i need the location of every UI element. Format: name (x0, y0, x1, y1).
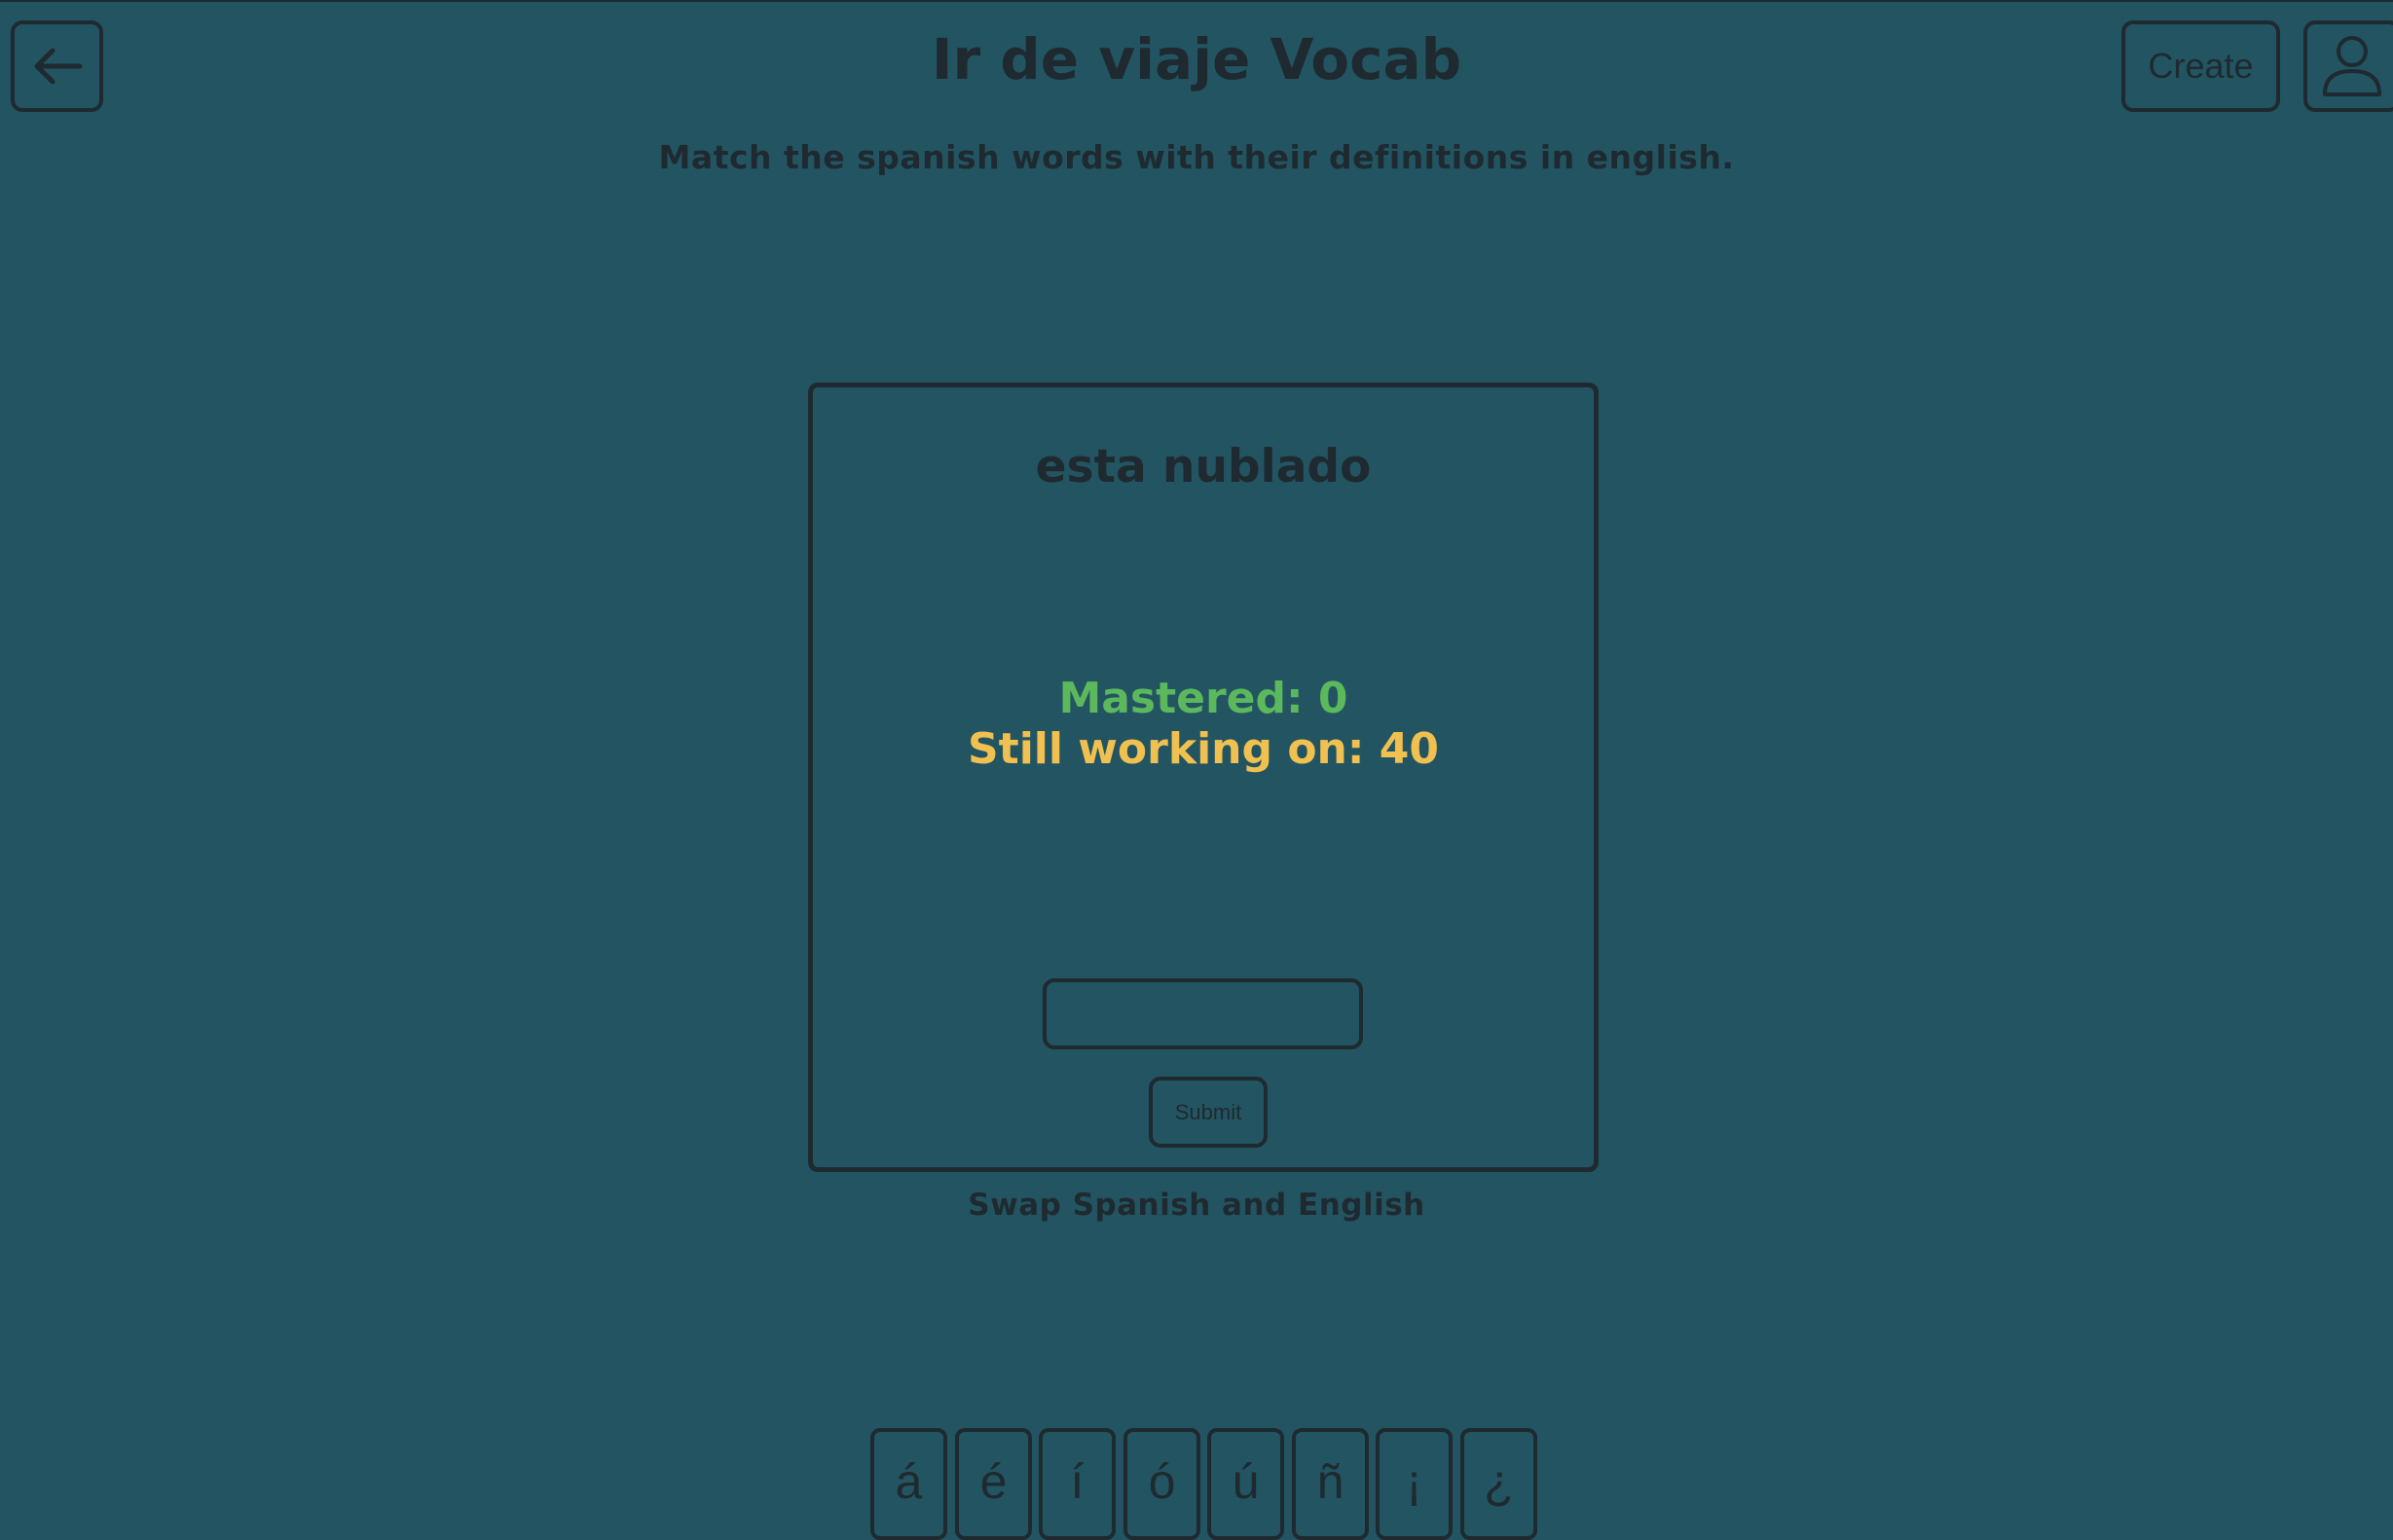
still-working-count: Still working on: 40 (967, 724, 1440, 774)
mastered-count: Mastered: 0 (1058, 674, 1348, 723)
flashcard: esta nublado Mastered: 0 Still working o… (808, 383, 1599, 1172)
accent-key[interactable]: ¿ (1460, 1428, 1537, 1540)
submit-button[interactable]: Submit (1149, 1077, 1268, 1148)
swap-languages-link[interactable]: Swap Spanish and English (0, 1184, 2393, 1227)
top-border (0, 0, 2393, 2)
accent-key[interactable]: ñ (1292, 1428, 1369, 1540)
user-icon (2323, 36, 2381, 96)
create-button[interactable]: Create (2121, 20, 2280, 112)
accent-key[interactable]: ó (1123, 1428, 1200, 1540)
page-subtitle: Match the spanish words with their defin… (658, 138, 1735, 176)
accent-key[interactable]: á (870, 1428, 947, 1540)
accent-key[interactable]: ú (1207, 1428, 1284, 1540)
accent-key[interactable]: í (1039, 1428, 1116, 1540)
answer-input[interactable] (1043, 978, 1363, 1049)
profile-button[interactable] (2303, 20, 2393, 112)
accent-key[interactable]: é (955, 1428, 1032, 1540)
accent-key[interactable]: ¡ (1376, 1428, 1453, 1540)
page-title: Ir de viaje Vocab (931, 26, 1462, 92)
card-term: esta nublado (1035, 440, 1372, 494)
